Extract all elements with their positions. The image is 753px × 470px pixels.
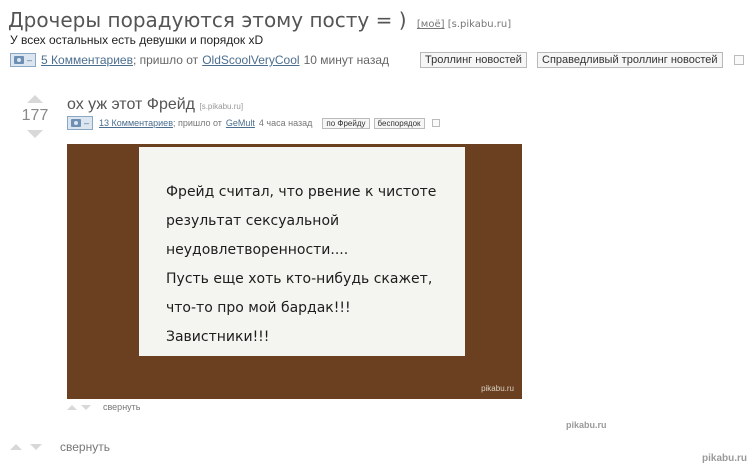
post-subtitle: У всех остальных есть девушки и порядок … <box>10 33 264 47</box>
post-title: Дрочеры порадуются этому посту = ) [моё]… <box>8 8 511 32</box>
minus-icon: – <box>84 118 90 128</box>
tag-po-freydu[interactable]: по Фрейду <box>322 117 370 129</box>
pikabu-corner-watermark: pikabu.ru <box>702 453 748 464</box>
image-text-line: Пусть еще хоть кто-нибудь скажет, <box>166 271 433 287</box>
image-text-line: Фрейд считал, что рвение к чистоте <box>166 184 437 200</box>
repost-collapse-link[interactable]: свернуть <box>103 402 140 412</box>
tag-besporyadok[interactable]: беспорядок <box>373 117 425 129</box>
image-text-line: что-то про мой бардак!!! <box>166 300 351 316</box>
downvote-arrow-icon[interactable] <box>27 130 43 138</box>
posted-by-label: ; пришло от <box>132 53 199 67</box>
image-text-line: неудовлетворенности.... <box>166 242 349 258</box>
bottom-upvote-icon[interactable] <box>10 444 22 450</box>
save-icon[interactable] <box>734 55 744 65</box>
comments-link[interactable]: 5 Комментариев <box>41 53 133 67</box>
repost-title-text: ох уж этот Фрейд <box>67 96 196 113</box>
minus-icon: – <box>27 55 33 65</box>
repost-posted-by-label: ; пришло от <box>172 118 222 128</box>
camera-icon <box>14 56 24 64</box>
image-text: Фрейд считал, что рвение к чистоте резул… <box>166 178 436 352</box>
repost-author-link[interactable]: GeMult <box>226 118 255 128</box>
bottom-collapse-bar: свернуть <box>10 440 110 454</box>
repost-save-icon[interactable] <box>431 119 440 127</box>
repost-image-badge[interactable]: – <box>67 116 94 130</box>
tag-fair-trolling-news[interactable]: Справедливый троллинг новостей <box>537 52 723 68</box>
image-text-line: результат сексуальной <box>166 213 340 229</box>
repost-source: [s.pikabu.ru] <box>199 102 244 111</box>
image-text-line: Завистники!!! <box>166 329 270 345</box>
tag-trolling-news[interactable]: Троллинг новостей <box>420 52 527 68</box>
repost-collapse-bar: свернуть <box>67 402 140 412</box>
image-watermark: pikabu.ru <box>481 384 514 393</box>
post-time: 10 минут назад <box>303 53 390 67</box>
post-info-bar: – 5 Комментариев ; пришло от OldScoolVer… <box>10 53 389 67</box>
repost-title: ох уж этот Фрейд [s.pikabu.ru] <box>67 96 243 114</box>
repost-comments-link[interactable]: 13 Комментариев <box>99 118 173 128</box>
repost-time: 4 часа назад <box>258 118 313 128</box>
camera-icon <box>71 119 81 127</box>
small-downvote-icon[interactable] <box>81 404 91 410</box>
post-source: [s.pikabu.ru] <box>447 19 512 30</box>
pikabu-watermark: pikabu.ru <box>566 420 607 430</box>
bottom-collapse-link[interactable]: свернуть <box>60 440 110 454</box>
small-upvote-icon[interactable] <box>67 404 77 410</box>
post-image[interactable]: Фрейд считал, что рвение к чистоте резул… <box>67 144 522 399</box>
author-link[interactable]: OldScoolVeryCool <box>202 53 299 67</box>
mine-link[interactable]: [моё] <box>417 19 445 30</box>
post-title-text: Дрочеры порадуются этому посту = ) <box>8 8 407 32</box>
vote-count: 177 <box>21 107 49 124</box>
repost-info-bar: – 13 Комментариев ; пришло от GeMult 4 ч… <box>67 116 440 130</box>
image-badge[interactable]: – <box>10 53 37 67</box>
upvote-arrow-icon[interactable] <box>27 95 43 103</box>
bottom-downvote-icon[interactable] <box>30 444 42 450</box>
